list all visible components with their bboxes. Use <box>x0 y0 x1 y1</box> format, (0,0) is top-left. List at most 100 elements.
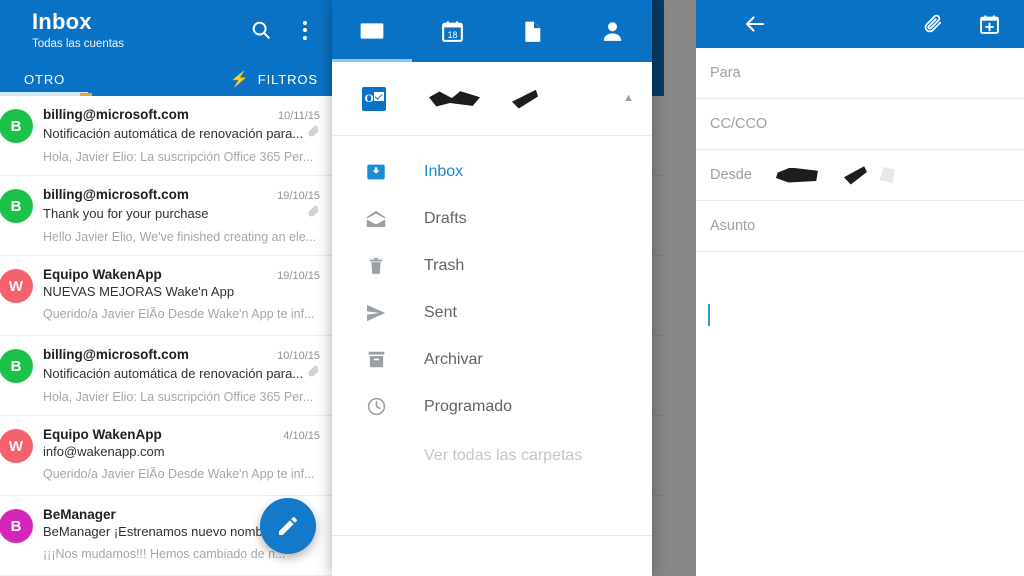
mail-item-header: Equipo WakenApp 4/10/15 <box>43 427 320 442</box>
folder-item-drafts[interactable]: Drafts <box>332 195 652 242</box>
folder-item-sent[interactable]: Sent <box>332 289 652 336</box>
mail-item-header: billing@microsoft.com 10/11/15 <box>43 107 320 122</box>
folder-item-inbox[interactable]: Inbox <box>332 148 652 195</box>
mail-preview: Hola, Javier Elio: La suscripción Office… <box>43 390 314 404</box>
folder-list[interactable]: Inbox Drafts Trash Sent Archivar Programado Ve… <box>332 136 652 479</box>
folder-item-label: Archivar <box>424 350 483 368</box>
mail-icon <box>360 23 384 39</box>
attachment-icon <box>304 364 320 382</box>
nav-tab-calendar[interactable]: 18 <box>412 0 492 62</box>
inbox-list-panel: Inbox Todas las cuentas OTRO ⚡ FILTROS B… <box>0 0 332 576</box>
folder-item-programado[interactable]: Programado <box>332 383 652 430</box>
account-email-redacted <box>512 89 538 109</box>
people-icon <box>603 21 621 41</box>
kebab-menu-icon[interactable] <box>292 17 318 43</box>
app-bar-top-row: Inbox Todas las cuentas <box>0 0 332 62</box>
mail-item-subject-row: info@wakenapp.com <box>43 444 320 459</box>
mail-item-body: billing@microsoft.com 10/11/15 Notificació… <box>43 107 320 165</box>
mail-sender: billing@microsoft.com <box>43 347 189 362</box>
bolt-icon: ⚡ <box>230 70 250 88</box>
compose-panel: Para CC/CCO Desde Asunto <box>696 0 1024 576</box>
mail-preview: Querido/a Javier ElÃo Desde Wake'n App t… <box>43 307 315 321</box>
mail-date: 19/10/15 <box>277 190 320 202</box>
compose-body-input[interactable] <box>696 252 1024 576</box>
avatar[interactable]: B <box>0 109 33 143</box>
folder-item-label: Programado <box>424 397 513 415</box>
calendar-add-icon[interactable] <box>976 11 1002 37</box>
mail-date: 19/10/15 <box>277 270 320 282</box>
compose-field-subject[interactable]: Asunto <box>696 201 1024 252</box>
pencil-icon <box>279 517 297 535</box>
folder-item-ver-todas-las-carpetas[interactable]: Ver todas las carpetas <box>332 432 652 479</box>
account-name-redacted <box>429 91 480 107</box>
mail-list-item[interactable]: Bbilling@microsoft.com 10/11/15 Notificaci… <box>0 96 332 176</box>
app-bar-titles: Inbox Todas las cuentas <box>32 9 248 52</box>
filters-button[interactable]: ⚡ FILTROS <box>230 72 318 87</box>
mail-item-body: billing@microsoft.com 19/10/15 Thank you f… <box>43 187 320 245</box>
folder-item-label: Inbox <box>424 162 464 180</box>
compose-field-from[interactable]: Desde <box>696 150 1024 201</box>
compose-field-from-label: Desde <box>710 167 752 183</box>
drawer-divider <box>332 535 652 536</box>
account-switcher-row[interactable]: O ▲ <box>332 62 652 136</box>
mail-sender: billing@microsoft.com <box>43 187 189 202</box>
mail-list-item[interactable]: W Equipo WakenApp 4/10/15 info@wakenapp.com… <box>0 416 332 496</box>
avatar[interactable]: B <box>0 189 33 223</box>
dimmed-background-strip: FILTROS 10/11/15...19/10/15...10/10/15..… <box>651 0 696 576</box>
mail-preview: Hello Javier Elio, We've finished creati… <box>43 230 317 244</box>
mail-item-body: Equipo WakenApp 4/10/15 info@wakenapp.com Q… <box>43 427 320 485</box>
compose-field-to[interactable]: Para <box>696 48 1024 99</box>
back-arrow-icon[interactable] <box>742 11 768 37</box>
paperclip-icon[interactable] <box>920 11 946 37</box>
mail-item-body: Equipo WakenApp 19/10/15 NUEVAS MEJORAS Wa… <box>43 267 320 325</box>
mail-list-item[interactable]: Bbilling@microsoft.com 10/10/15 Notificaci… <box>0 336 332 416</box>
nav-tab-mail[interactable] <box>332 0 412 62</box>
nav-tab-people[interactable] <box>572 0 652 62</box>
outlook-logo-icon: O <box>362 86 386 111</box>
inbox-tab-bar: OTRO ⚡ FILTROS <box>0 62 332 96</box>
mail-subject: Notificación automática de renovación pa… <box>43 365 304 381</box>
compose-field-subject-label: Asunto <box>710 218 756 234</box>
avatar[interactable]: W <box>0 269 33 303</box>
tab-otro[interactable]: OTRO <box>24 72 230 87</box>
folder-item-trash[interactable]: Trash <box>332 242 652 289</box>
mail-subject: Notificación automática de renovación pa… <box>43 125 304 141</box>
drafts-icon <box>364 208 388 230</box>
folder-item-archivar[interactable]: Archivar <box>332 336 652 383</box>
mail-list-item[interactable]: W Equipo WakenApp 19/10/15 NUEVAS MEJORAS W… <box>0 256 332 336</box>
inbox-app-bar: Inbox Todas las cuentas OTRO ⚡ FILTROS <box>0 0 332 96</box>
page-title: Inbox <box>32 9 92 34</box>
avatar[interactable]: W <box>0 429 33 463</box>
chevron-up-icon[interactable]: ▲ <box>623 93 634 104</box>
mail-preview: Hola, Javier Elio: La suscripción Office… <box>43 150 314 164</box>
nav-tab-files[interactable] <box>492 0 572 62</box>
mail-item-body: billing@microsoft.com 10/10/15 Notificació… <box>43 347 320 405</box>
compose-field-cc-bcc[interactable]: CC/CCO <box>696 99 1024 150</box>
mail-sender: Equipo WakenApp <box>43 267 162 282</box>
compose-fab-button[interactable] <box>260 498 316 554</box>
avatar[interactable]: B <box>0 509 33 543</box>
folder-item-label: Trash <box>424 256 465 274</box>
mail-preview: Querido/a Javier ElÃo Desde Wake'n App t… <box>43 467 315 481</box>
filters-label: FILTROS <box>257 71 318 87</box>
mail-item-header: billing@microsoft.com 10/10/15 <box>43 347 320 362</box>
clock-icon <box>364 396 388 417</box>
compose-app-bar <box>696 0 1024 48</box>
compose-field-to-label: Para <box>710 65 741 81</box>
folder-item-label: Drafts <box>424 209 467 227</box>
svg-text:18: 18 <box>447 29 457 39</box>
from-address-redacted-3 <box>879 167 895 183</box>
mail-subject: NUEVAS MEJORAS Wake'n App <box>43 284 235 299</box>
screen-root: Inbox Todas las cuentas OTRO ⚡ FILTROS B… <box>0 0 1024 576</box>
nav-active-indicator <box>332 59 412 62</box>
trash-icon <box>364 256 388 276</box>
mail-date: 4/10/15 <box>283 430 320 442</box>
avatar[interactable]: B <box>0 349 33 383</box>
mail-item-subject-row: Notificación automática de renovación pa… <box>43 364 320 382</box>
compose-field-cc-bcc-label: CC/CCO <box>710 116 768 132</box>
mail-item-subject-row: NUEVAS MEJORAS Wake'n App <box>43 284 320 299</box>
search-icon[interactable] <box>248 17 274 43</box>
navigation-drawer-panel: 18 O ▲ Inbox Drafts Trash Sent Archivar … <box>332 0 652 576</box>
files-icon <box>524 21 540 42</box>
mail-list-item[interactable]: Bbilling@microsoft.com 19/10/15 Thank you … <box>0 176 332 256</box>
